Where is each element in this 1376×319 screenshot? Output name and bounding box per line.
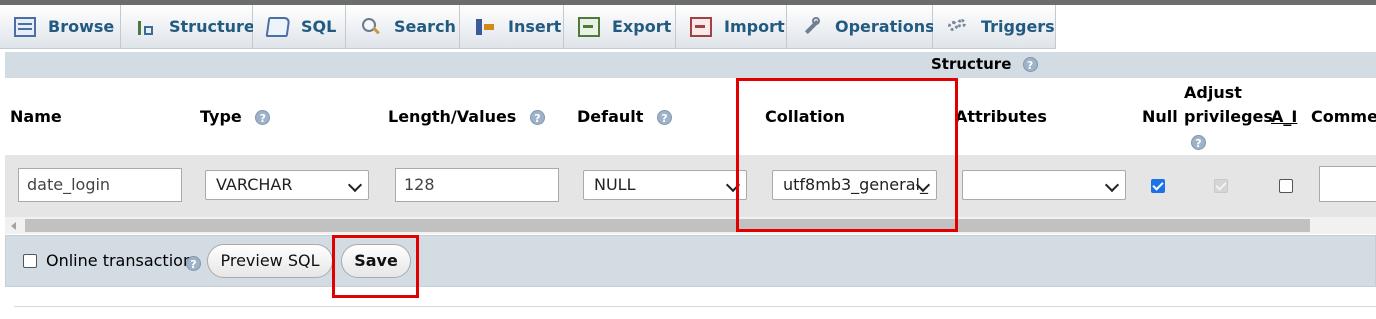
tab-label: Export: [612, 17, 672, 36]
header-collation: Collation: [765, 107, 846, 126]
comments-input[interactable]: [1319, 166, 1376, 202]
null-checkbox[interactable]: [1151, 179, 1165, 193]
online-transaction-help-icon[interactable]: ?: [186, 256, 201, 271]
tab-sql[interactable]: SQL: [253, 5, 346, 49]
auto-increment-checkbox[interactable]: [1279, 179, 1293, 193]
scroll-left-icon[interactable]: [11, 222, 16, 230]
tab-label: Insert: [508, 17, 562, 36]
header-ai[interactable]: A_I: [1271, 107, 1297, 126]
structure-help-icon[interactable]: ?: [1022, 57, 1038, 72]
browse-icon: [14, 16, 36, 37]
header-default: Default ?: [577, 107, 672, 126]
length-values-input[interactable]: 128: [395, 168, 559, 202]
online-transaction-checkbox[interactable]: [23, 254, 37, 268]
tab-export[interactable]: Export: [564, 5, 676, 49]
chevron-down-icon: [1104, 177, 1120, 193]
divider: [14, 306, 1376, 307]
structure-header-bar: [5, 52, 1376, 78]
structure-title-text: Structure: [931, 55, 1012, 73]
default-value: NULL: [594, 175, 636, 194]
scrollbar-thumb[interactable]: [25, 219, 1310, 232]
attributes-select[interactable]: [962, 170, 1126, 200]
export-icon: [578, 16, 600, 37]
tab-operations[interactable]: Operations: [787, 5, 935, 49]
operations-icon: [801, 16, 823, 37]
search-icon: [360, 17, 382, 37]
chevron-down-icon: [347, 177, 363, 193]
column-definition-row: date_login VARCHAR 128 NULL utf8mb3_gene…: [5, 155, 1376, 217]
tab-browse[interactable]: Browse: [0, 5, 121, 49]
import-icon: [690, 16, 712, 37]
header-length-values: Length/Values ?: [388, 107, 545, 126]
save-button[interactable]: Save: [341, 244, 411, 278]
triggers-icon: [947, 17, 969, 37]
header-comments: Commer: [1311, 107, 1376, 126]
chevron-down-icon: [725, 177, 741, 193]
default-help-icon[interactable]: ?: [657, 110, 672, 125]
adjust-privileges-checkbox[interactable]: [1214, 179, 1228, 193]
header-attributes: Attributes: [955, 107, 1047, 126]
preview-sql-button[interactable]: Preview SQL: [207, 244, 333, 278]
tab-label: Search: [394, 17, 456, 36]
header-type: Type ?: [200, 107, 271, 126]
header-null: Null: [1142, 107, 1178, 126]
horizontal-scrollbar[interactable]: [5, 217, 1376, 234]
header-adjust-line2: privileges: [1184, 107, 1273, 126]
header-default-text: Default: [577, 107, 644, 126]
collation-value: utf8mb3_general_: [783, 175, 928, 194]
column-name-input[interactable]: date_login: [18, 168, 182, 202]
tab-label: SQL: [301, 17, 337, 36]
tab-triggers[interactable]: Triggers: [933, 5, 1056, 49]
online-transaction-label: Online transaction: [46, 251, 194, 270]
header-length-text: Length/Values: [388, 107, 517, 126]
tab-bar: Browse Structure SQL Search Insert Expor…: [0, 5, 1376, 49]
structure-icon: [135, 17, 157, 37]
tab-structure[interactable]: Structure: [121, 5, 255, 49]
tab-label: Import: [724, 17, 785, 36]
tab-search[interactable]: Search: [346, 5, 460, 49]
header-adjust-line1: Adjust: [1184, 83, 1242, 102]
tab-import[interactable]: Import: [676, 5, 787, 49]
insert-icon: [474, 17, 496, 37]
tab-label: Structure: [169, 17, 255, 36]
adjust-privileges-help-icon[interactable]: ?: [1191, 135, 1206, 150]
tab-label: Operations: [835, 17, 935, 36]
header-type-text: Type: [200, 107, 242, 126]
default-select[interactable]: NULL: [583, 170, 747, 200]
length-help-icon[interactable]: ?: [529, 110, 545, 125]
header-name: Name: [10, 107, 62, 126]
column-type-select[interactable]: VARCHAR: [205, 170, 369, 200]
sql-icon: [265, 16, 291, 37]
tab-label: Browse: [48, 17, 115, 36]
collation-select[interactable]: utf8mb3_general_: [772, 170, 937, 200]
type-help-icon[interactable]: ?: [255, 110, 271, 125]
tab-insert[interactable]: Insert: [460, 5, 564, 49]
form-footer: Online transaction ? Preview SQL Save: [5, 235, 1376, 287]
tab-label: Triggers: [981, 17, 1055, 36]
structure-panel: Structure ? Name Type ? Length/Values ? …: [5, 49, 1376, 290]
structure-title: Structure ?: [931, 55, 1038, 73]
column-type-value: VARCHAR: [216, 175, 293, 194]
